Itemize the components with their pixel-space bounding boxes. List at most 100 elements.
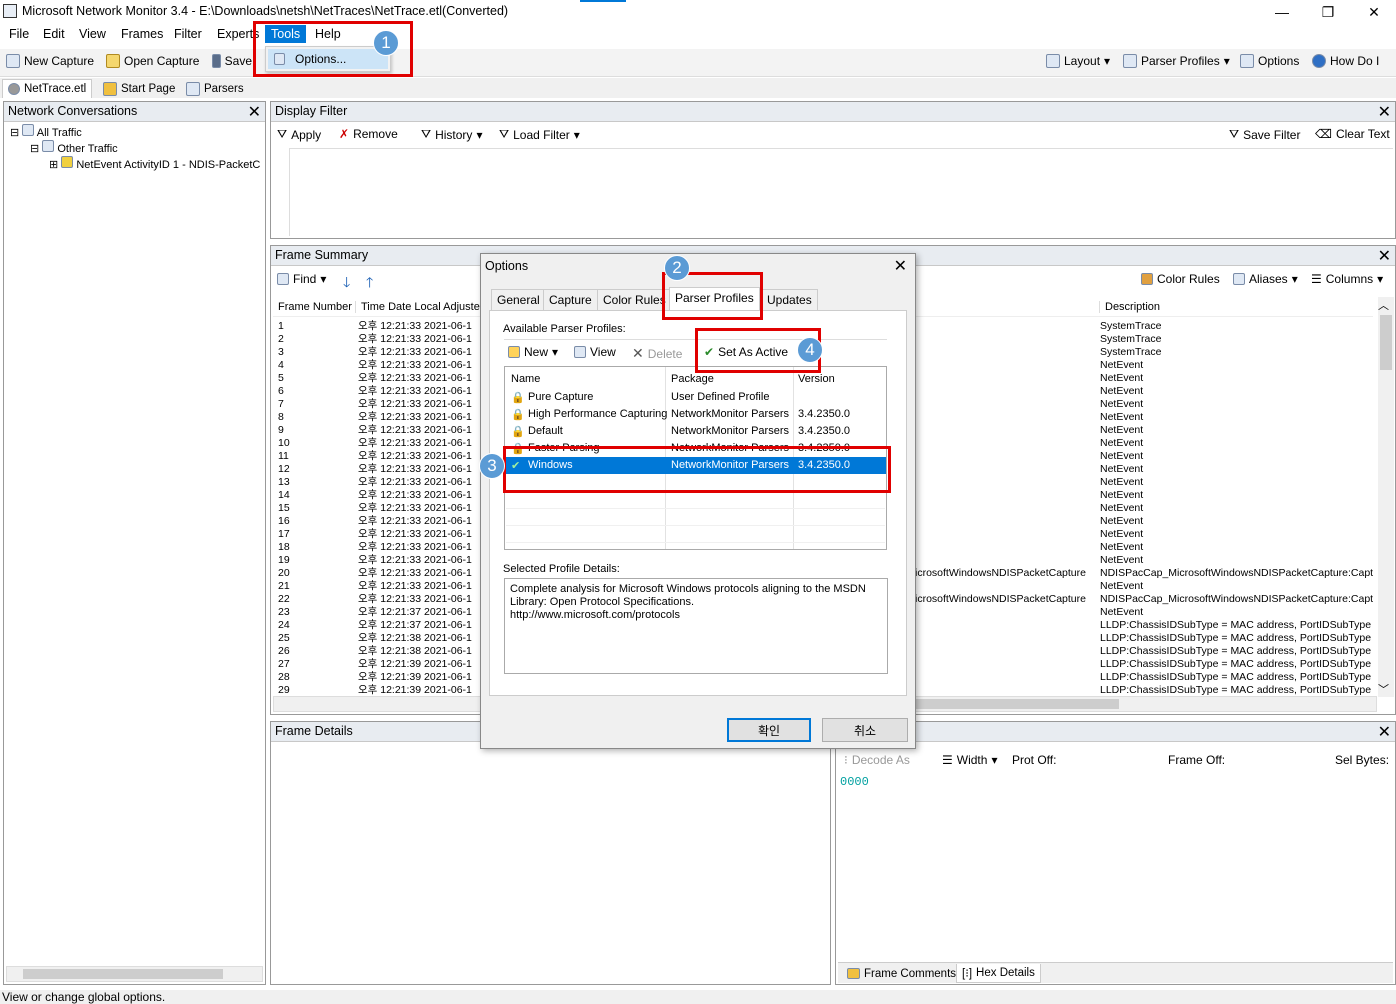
width-button[interactable]: ☰ Width ▾ bbox=[942, 753, 997, 767]
find-button[interactable]: Find ▾ bbox=[277, 272, 326, 286]
dialog-close-icon[interactable]: ✕ bbox=[894, 256, 907, 276]
delete-profile-button[interactable]: ✕ Delete bbox=[632, 345, 682, 362]
frame-number-cell: 17 bbox=[278, 528, 290, 540]
tree-item-all-traffic[interactable]: ⊟ All Traffic bbox=[10, 124, 82, 139]
minimize-button[interactable]: — bbox=[1259, 0, 1305, 24]
filter-text-area[interactable] bbox=[289, 148, 1393, 236]
columns-button[interactable]: ☰ Columns ▾ bbox=[1311, 272, 1383, 286]
layout-button[interactable]: Layout ▾ bbox=[1046, 54, 1110, 68]
tab-general[interactable]: General bbox=[491, 289, 546, 310]
close-icon[interactable]: ✕ bbox=[1378, 246, 1391, 266]
horizontal-scrollbar[interactable] bbox=[6, 966, 263, 982]
chevron-down-icon: ▾ bbox=[476, 127, 483, 142]
options-button[interactable]: Options bbox=[1240, 54, 1299, 68]
scroll-down-icon[interactable]: ﹀ bbox=[1378, 681, 1389, 697]
description-cell: NetEvent bbox=[1100, 463, 1144, 475]
layout-icon bbox=[1046, 54, 1060, 68]
view-profile-button[interactable]: View bbox=[574, 345, 616, 359]
tab-frame-comments[interactable]: Frame Comments bbox=[842, 964, 961, 983]
time-cell: 오후 12:21:33 2021-06-1 bbox=[358, 437, 472, 449]
close-icon[interactable]: ✕ bbox=[1378, 102, 1391, 122]
close-button[interactable]: ✕ bbox=[1351, 0, 1396, 24]
lock-icon: 🔒 bbox=[511, 409, 525, 421]
tab-start-page[interactable]: Start Page bbox=[98, 79, 180, 98]
profile-details-text[interactable]: Complete analysis for Microsoft Windows … bbox=[504, 578, 888, 674]
how-do-i-button[interactable]: How Do I bbox=[1312, 54, 1396, 68]
description-cell: NetEvent bbox=[1100, 411, 1144, 423]
remove-filter-button[interactable]: ✗ Remove bbox=[339, 127, 398, 141]
frame-number-cell: 21 bbox=[278, 580, 290, 592]
arrow-down-icon[interactable]: 🡓 bbox=[343, 272, 350, 296]
ok-button[interactable]: 확인 bbox=[727, 718, 811, 742]
load-filter-button[interactable]: ⛛ Load Filter ▾ bbox=[499, 127, 580, 142]
vertical-scrollbar[interactable]: ︿ ﹀ bbox=[1378, 297, 1394, 697]
time-cell: 오후 12:21:37 2021-06-1 bbox=[358, 619, 472, 631]
scroll-up-icon[interactable]: ︿ bbox=[1378, 297, 1389, 313]
profile-row[interactable]: 🔒 Default NetworkMonitor Parsers 3.4.2350.0 bbox=[506, 423, 886, 440]
aliases-button[interactable]: Aliases ▾ bbox=[1233, 272, 1298, 286]
clear-text-button[interactable]: ⌫ Clear Text bbox=[1315, 127, 1390, 141]
column-header-version[interactable]: Version bbox=[798, 373, 835, 385]
apply-filter-button[interactable]: ⛛ Apply bbox=[277, 127, 321, 142]
menu-file[interactable]: File bbox=[9, 27, 29, 41]
scroll-thumb[interactable] bbox=[1380, 315, 1392, 370]
new-profile-button[interactable]: New ▾ bbox=[508, 345, 558, 359]
decode-as-button[interactable]: ⁝ Decode As bbox=[844, 753, 910, 767]
time-cell: 오후 12:21:33 2021-06-1 bbox=[358, 541, 472, 553]
dialog-title: Options bbox=[485, 259, 529, 273]
profile-name: High Performance Capturing bbox=[528, 408, 668, 420]
description-cell: LLDP:ChassisIDSubType = MAC address, Por… bbox=[1100, 658, 1372, 670]
tab-nettrace[interactable]: NetTrace.etl bbox=[2, 79, 93, 98]
options-label: Options bbox=[1258, 54, 1300, 68]
tab-updates[interactable]: Updates bbox=[761, 289, 818, 310]
color-rules-button[interactable]: Color Rules bbox=[1141, 272, 1220, 286]
frame-number-cell: 20 bbox=[278, 567, 290, 579]
save-button[interactable]: Save bbox=[212, 54, 252, 68]
column-header-description[interactable]: Description bbox=[1099, 301, 1160, 313]
menu-view[interactable]: View bbox=[79, 27, 106, 41]
menu-edit[interactable]: Edit bbox=[43, 27, 65, 41]
column-header-time[interactable]: Time Date Local Adjusted bbox=[355, 301, 480, 313]
profile-package: NetworkMonitor Parsers bbox=[671, 425, 789, 437]
menu-frames[interactable]: Frames bbox=[121, 27, 163, 41]
close-icon[interactable]: ✕ bbox=[248, 102, 261, 122]
color-rules-label: Color Rules bbox=[1157, 272, 1220, 286]
column-header-frame-number[interactable]: Frame Number bbox=[278, 301, 352, 313]
cancel-button[interactable]: 취소 bbox=[822, 718, 908, 742]
scroll-thumb[interactable] bbox=[914, 699, 1119, 709]
tab-hex-details[interactable]: [⁝] Hex Details bbox=[956, 964, 1041, 983]
column-header-name[interactable]: Name bbox=[511, 373, 540, 385]
close-icon[interactable]: ✕ bbox=[1378, 722, 1391, 742]
tab-color-rules[interactable]: Color Rules bbox=[597, 289, 672, 310]
description-cell: NetEvent bbox=[1100, 398, 1144, 410]
open-capture-button[interactable]: Open Capture bbox=[106, 54, 199, 68]
tree-item-netevent[interactable]: ⊞ NetEvent ActivityID 1 - NDIS-PacketC bbox=[49, 156, 264, 171]
restore-button[interactable]: ❐ bbox=[1305, 0, 1351, 24]
frame-number-cell: 26 bbox=[278, 645, 290, 657]
description-cell: NetEvent bbox=[1100, 359, 1144, 371]
parser-profiles-button[interactable]: Parser Profiles ▾ bbox=[1123, 54, 1230, 68]
menu-filter[interactable]: Filter bbox=[174, 27, 202, 41]
tab-label: Hex Details bbox=[976, 967, 1035, 979]
profile-row[interactable]: 🔒 Pure Capture User Defined Profile bbox=[506, 389, 886, 406]
description-cell: NetEvent bbox=[1100, 450, 1144, 462]
column-header-package[interactable]: Package bbox=[671, 373, 714, 385]
profile-row[interactable]: 🔒 High Performance Capturing NetworkMonito… bbox=[506, 406, 886, 423]
time-cell: 오후 12:21:33 2021-06-1 bbox=[358, 450, 472, 462]
tree-label: All Traffic bbox=[36, 127, 82, 139]
tree-item-other-traffic[interactable]: ⊟ Other Traffic bbox=[30, 140, 118, 155]
frame-number-cell: 9 bbox=[278, 424, 284, 436]
app-icon bbox=[3, 4, 17, 18]
details-label: Selected Profile Details: bbox=[503, 563, 620, 575]
pane-header: ✕ bbox=[836, 722, 1395, 742]
new-capture-button[interactable]: New Capture bbox=[6, 54, 94, 68]
time-cell: 오후 12:21:33 2021-06-1 bbox=[358, 346, 472, 358]
save-filter-button[interactable]: ⛛ Save Filter bbox=[1229, 127, 1300, 142]
tab-capture[interactable]: Capture bbox=[543, 289, 598, 310]
scroll-thumb[interactable] bbox=[23, 969, 223, 979]
tab-parsers[interactable]: Parsers bbox=[181, 79, 249, 98]
time-cell: 오후 12:21:33 2021-06-1 bbox=[358, 489, 472, 501]
width-label: Width bbox=[956, 753, 988, 767]
history-button[interactable]: ⛛ History ▾ bbox=[421, 127, 482, 142]
arrow-up-icon[interactable]: 🡑 bbox=[366, 272, 373, 296]
